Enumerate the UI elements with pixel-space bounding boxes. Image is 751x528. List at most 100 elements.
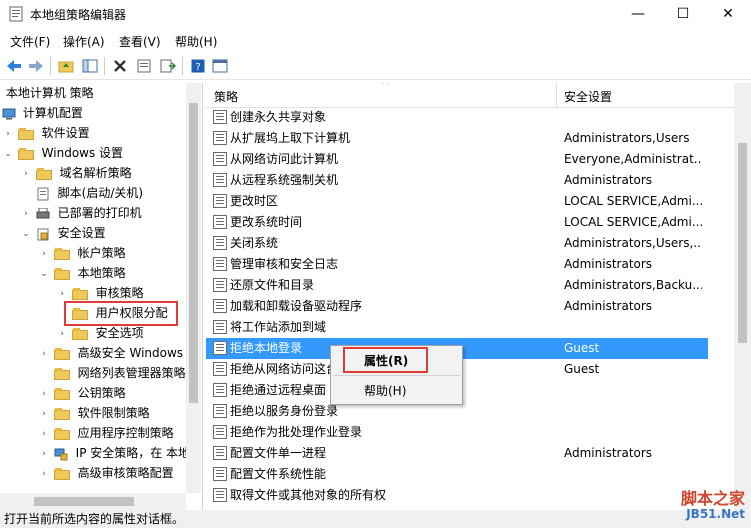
tree-item-windows-settings[interactable]: ⌄ Windows 设置 <box>2 143 123 163</box>
list-item[interactable]: 更改系统时间 LOCAL SERVICE,Admi... <box>206 212 708 233</box>
tree-pane[interactable]: 本地计算机 策略 计算机配置 › 软件设置 ⌄ Windows 设置 › 域名解… <box>0 83 203 510</box>
highlight-box <box>64 301 178 326</box>
list-item[interactable]: 关闭系统 Administrators,Users,... <box>206 233 708 254</box>
chevron-right-icon[interactable]: › <box>56 324 68 344</box>
list-item[interactable]: 更改时区 LOCAL SERVICE,Admi... <box>206 191 708 212</box>
folder-icon <box>53 247 70 260</box>
tree-item-audit-policy[interactable]: › 审核策略 <box>56 283 143 303</box>
chevron-right-icon[interactable]: › <box>38 384 50 404</box>
list-item[interactable]: 还原文件和目录 Administrators,Backu... <box>206 275 708 296</box>
tree-item-name-resolution-policy[interactable]: › 域名解析策略 <box>20 163 131 184</box>
policy-icon <box>213 173 227 187</box>
menu-action[interactable]: 操作(A) <box>63 33 105 50</box>
tree-item-software-settings[interactable]: › 软件设置 <box>2 123 89 144</box>
tree-item-local-computer-policy[interactable]: 本地计算机 策略 <box>2 83 94 103</box>
back-arrow-icon[interactable] <box>4 56 24 76</box>
tree-vertical-scrollbar[interactable] <box>186 83 201 493</box>
watermark-sub: JB51.Net <box>686 507 745 521</box>
folder-icon <box>71 327 88 340</box>
list-item[interactable]: 配置文件单一进程 Administrators <box>206 443 708 464</box>
tree-item-scripts[interactable]: 脚本(启动/关机) <box>20 183 143 203</box>
chevron-right-icon[interactable]: › <box>38 404 50 424</box>
policy-icon <box>213 467 227 481</box>
folder-icon <box>17 147 34 160</box>
list-item[interactable]: 加载和卸载设备驱动程序 Administrators <box>206 296 708 317</box>
scroll-thumb[interactable] <box>34 497 134 506</box>
export-list-icon[interactable] <box>158 56 178 76</box>
chevron-down-icon[interactable]: ⌄ <box>38 264 50 284</box>
policy-icon <box>213 278 227 292</box>
chevron-right-icon[interactable]: › <box>38 464 50 484</box>
policy-icon <box>213 152 227 166</box>
list-item[interactable]: 从网络访问此计算机 Everyone,Administrat... <box>206 149 708 170</box>
help-icon[interactable]: ? <box>188 56 208 76</box>
tree-item-local-policies[interactable]: ⌄ 本地策略 <box>38 263 125 284</box>
chevron-down-icon[interactable]: ⌄ <box>2 144 14 164</box>
chevron-right-icon[interactable]: › <box>38 244 50 264</box>
maximize-button[interactable]: ☐ <box>660 0 706 28</box>
policy-icon <box>213 320 227 334</box>
tree-item-public-key-policies[interactable]: › 公钥策略 <box>38 383 125 404</box>
list-item[interactable]: 将工作站添加到域 <box>206 317 708 338</box>
tree-item-app-control[interactable]: › 应用程序控制策略 <box>38 423 173 444</box>
up-folder-icon[interactable] <box>56 56 76 76</box>
tree-item-ip-security[interactable]: › IP 安全策略，在 本地 <box>38 443 190 463</box>
chevron-down-icon[interactable]: ⌄ <box>20 224 32 244</box>
forward-arrow-icon[interactable] <box>26 56 46 76</box>
policy-icon <box>213 425 227 439</box>
scroll-thumb[interactable] <box>189 103 198 403</box>
tree-item-computer-config[interactable]: 计算机配置 <box>2 103 83 123</box>
delete-icon[interactable] <box>110 56 130 76</box>
scroll-thumb[interactable] <box>738 143 747 343</box>
sort-up-icon: ^ <box>381 83 390 91</box>
tree-horizontal-scrollbar[interactable] <box>0 493 186 510</box>
svg-text:?: ? <box>195 62 200 73</box>
close-button[interactable]: ✕ <box>705 0 751 28</box>
highlight-box <box>343 347 428 373</box>
chevron-right-icon[interactable]: › <box>38 424 50 444</box>
folder-icon <box>53 467 70 480</box>
tree-item-deployed-printers[interactable]: › 已部署的打印机 <box>20 203 141 224</box>
list-vertical-scrollbar[interactable] <box>734 83 751 510</box>
properties-icon[interactable] <box>134 56 154 76</box>
computer-icon <box>2 108 16 119</box>
minimize-button[interactable]: — <box>615 0 661 28</box>
list-item[interactable]: 管理审核和安全日志 Administrators <box>206 254 708 275</box>
menu-help[interactable]: 帮助(H) <box>175 33 217 50</box>
chevron-right-icon[interactable]: › <box>20 164 32 184</box>
ip-security-icon <box>54 448 68 460</box>
policy-icon <box>213 299 227 313</box>
console-window-icon[interactable] <box>210 56 230 76</box>
window-title: 本地组策略编辑器 <box>30 8 127 22</box>
menu-view[interactable]: 查看(V) <box>119 33 161 50</box>
list-item[interactable]: 创建永久共享对象 <box>206 107 708 128</box>
column-header-policy[interactable]: 策略 <box>214 88 238 105</box>
chevron-right-icon[interactable]: › <box>20 204 32 224</box>
list-item[interactable]: 取得文件或其他对象的所有权 <box>206 485 708 506</box>
column-header-setting[interactable]: 安全设置 <box>564 88 612 105</box>
folder-icon <box>71 287 88 300</box>
tree-item-account-policies[interactable]: › 帐户策略 <box>38 243 125 264</box>
list-item[interactable]: 从扩展坞上取下计算机 Administrators,Users <box>206 128 708 149</box>
tree-item-windows-firewall[interactable]: › 高级安全 Windows <box>38 343 183 363</box>
policy-icon <box>213 257 227 271</box>
folder-icon <box>53 367 70 380</box>
chevron-right-icon[interactable]: › <box>2 124 14 144</box>
tree-item-software-restriction[interactable]: › 软件限制策略 <box>38 403 149 424</box>
show-hide-tree-icon[interactable] <box>80 56 100 76</box>
list-item[interactable]: 从远程系统强制关机 Administrators <box>206 170 708 191</box>
folder-icon <box>53 387 70 400</box>
tree-item-security-options[interactable]: › 安全选项 <box>56 323 143 344</box>
chevron-right-icon[interactable]: › <box>38 444 50 464</box>
title-bar: 本地组策略编辑器 — ☐ ✕ <box>0 0 751 28</box>
policy-list[interactable]: 策略 ^ 安全设置 创建永久共享对象 从扩展坞上取下计算机 Administrat… <box>206 83 751 510</box>
context-menu-help[interactable]: 帮助(H) <box>364 382 406 399</box>
tree-item-network-list-manager[interactable]: 网络列表管理器策略 <box>38 363 186 383</box>
list-item[interactable]: 配置文件系统性能 <box>206 464 708 485</box>
policy-icon <box>213 215 227 229</box>
tree-item-advanced-audit[interactable]: › 高级审核策略配置 <box>38 463 173 484</box>
list-item[interactable]: 拒绝作为批处理作业登录 <box>206 422 708 443</box>
chevron-right-icon[interactable]: › <box>38 344 50 364</box>
menu-file[interactable]: 文件(F) <box>10 33 50 50</box>
tree-item-security-settings[interactable]: ⌄ 安全设置 <box>20 223 106 243</box>
